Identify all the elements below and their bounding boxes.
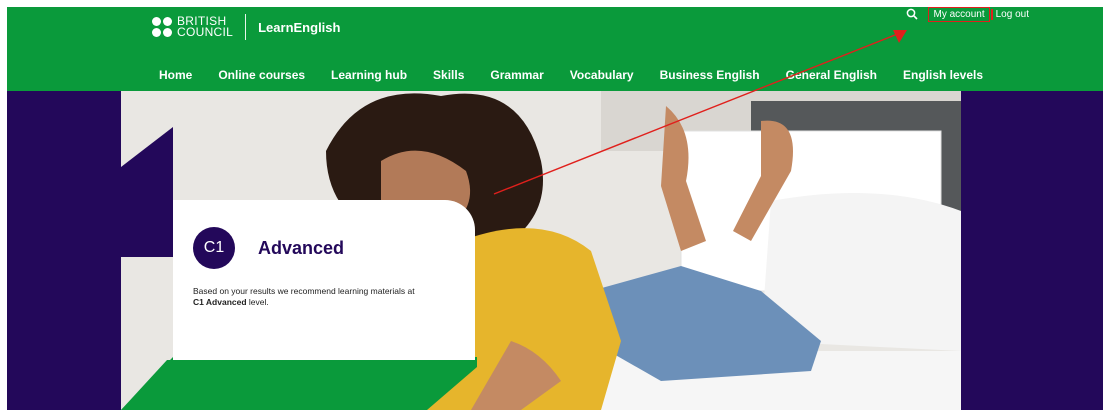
page-frame: BRITISH COUNCIL LearnEnglish My account … (7, 7, 1103, 410)
annotation-arrow (493, 30, 907, 195)
